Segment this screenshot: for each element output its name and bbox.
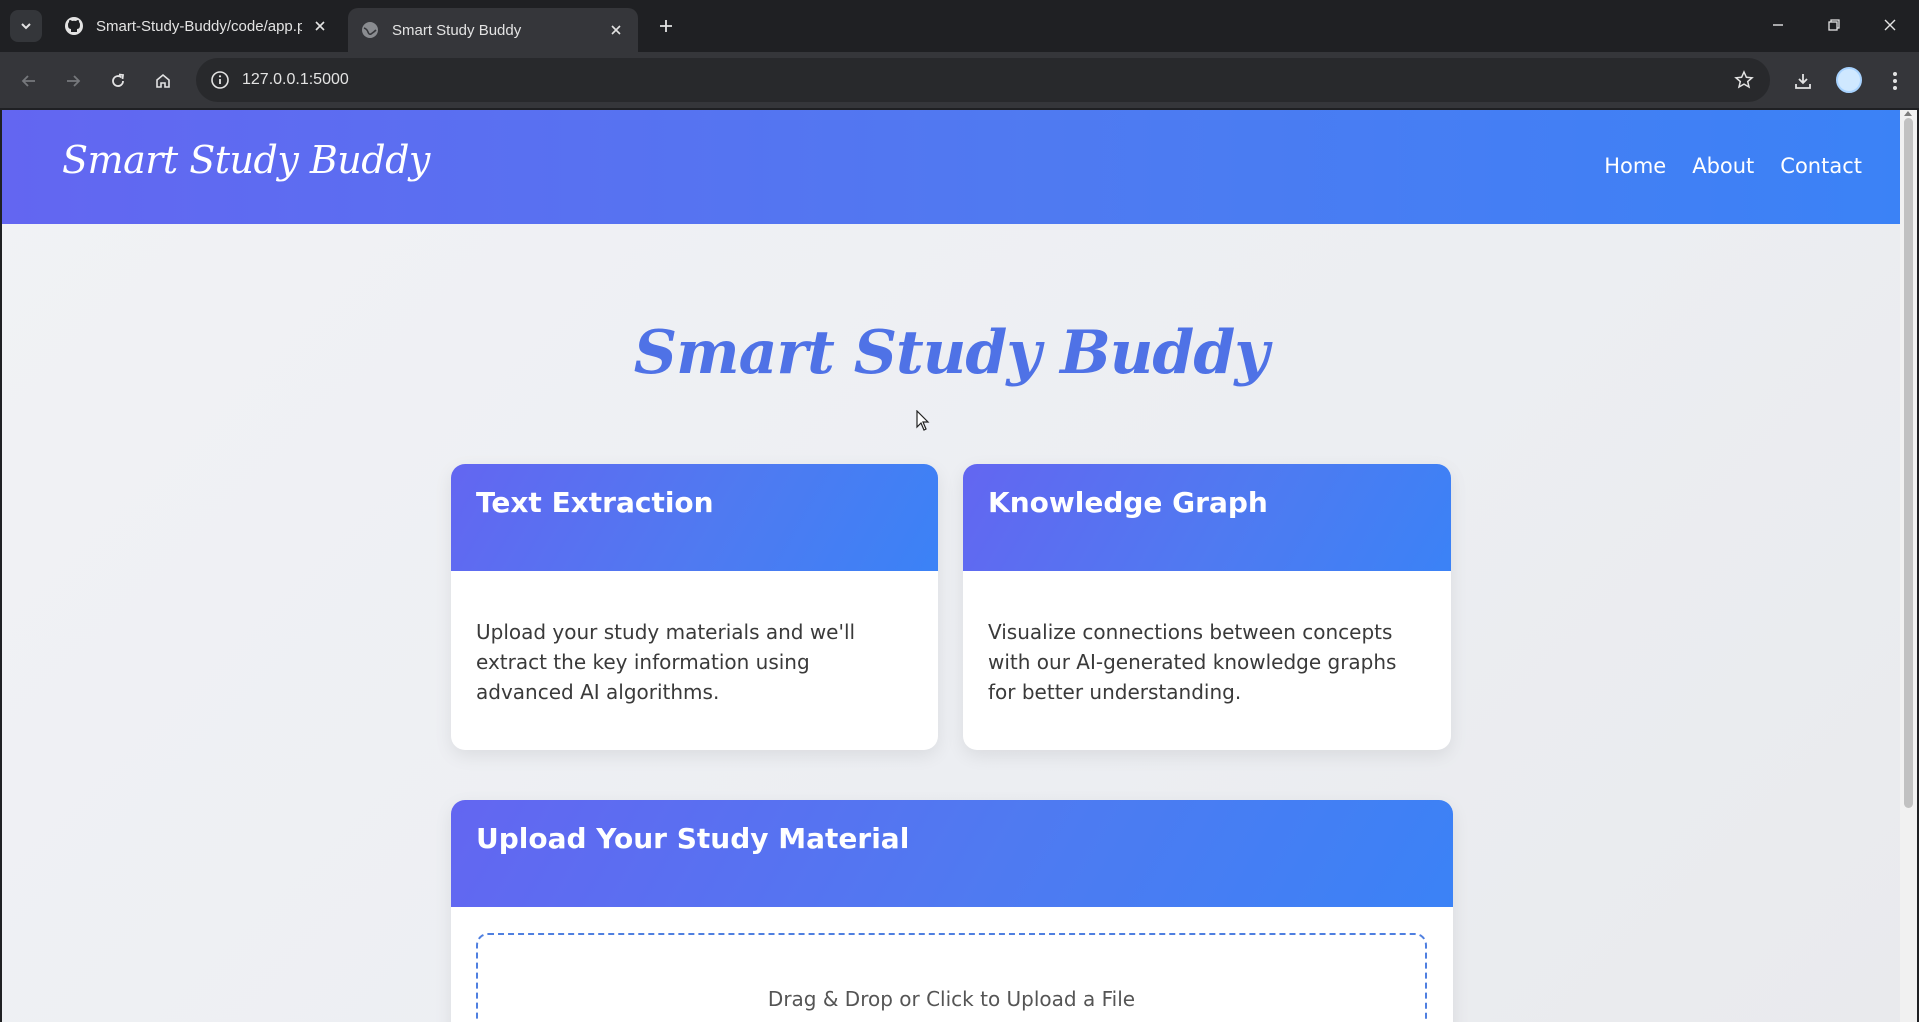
site-logo[interactable]: Smart Study Buddy <box>62 138 430 182</box>
page-viewport: Smart Study Buddy Home About Contact Sma… <box>2 110 1900 1022</box>
close-icon[interactable] <box>606 20 626 40</box>
minimize-button[interactable] <box>1755 8 1801 42</box>
globe-icon <box>360 20 380 40</box>
browser-toolbar: 127.0.0.1:5000 <box>0 52 1919 108</box>
card-header: Knowledge Graph <box>963 464 1451 571</box>
home-icon <box>156 73 170 88</box>
home-button[interactable] <box>146 64 180 98</box>
card-header: Text Extraction <box>451 464 938 571</box>
feature-card-knowledge-graph: Knowledge Graph Visualize connections be… <box>963 464 1451 750</box>
nav-link-about[interactable]: About <box>1692 154 1754 178</box>
tab-smart-study-buddy[interactable]: Smart Study Buddy <box>348 8 638 52</box>
close-window-button[interactable] <box>1867 8 1913 42</box>
restore-button[interactable] <box>1811 8 1857 42</box>
new-tab-button[interactable] <box>652 12 680 40</box>
download-icon <box>1795 74 1811 89</box>
tab-title: Smart Study Buddy <box>392 21 522 39</box>
site-header: Smart Study Buddy Home About Contact <box>2 110 1900 224</box>
reload-button[interactable] <box>101 64 135 98</box>
profile-avatar[interactable] <box>1836 67 1862 93</box>
url-text: 127.0.0.1:5000 <box>242 71 349 88</box>
feature-card-text-extraction: Text Extraction Upload your study materi… <box>451 464 938 750</box>
page-scrollbar[interactable] <box>1900 110 1917 1022</box>
address-bar[interactable]: 127.0.0.1:5000 <box>196 58 1770 102</box>
upload-card: Upload Your Study Material Drag & Drop o… <box>451 800 1453 1022</box>
scroll-up-arrow-icon[interactable] <box>1904 111 1912 116</box>
downloads-button[interactable] <box>1788 66 1818 96</box>
site-info-icon[interactable] <box>206 66 234 94</box>
nav-link-home[interactable]: Home <box>1604 154 1666 178</box>
dropzone-label: Drag & Drop or Click to Upload a File <box>767 987 1136 1011</box>
card-description: Visualize connections between concepts w… <box>988 620 1397 704</box>
close-icon <box>1884 19 1896 31</box>
card-header: Upload Your Study Material <box>451 800 1453 907</box>
tab-search-button[interactable] <box>10 10 42 42</box>
card-title: Knowledge Graph <box>988 486 1268 519</box>
arrow-right-icon <box>67 75 81 87</box>
reload-icon <box>112 73 125 87</box>
tab-github[interactable]: Smart-Study-Buddy/code/app.p <box>52 8 342 44</box>
arrow-left-icon <box>21 75 35 87</box>
restore-icon <box>1828 19 1840 31</box>
upload-title: Upload Your Study Material <box>476 822 910 855</box>
card-title: Text Extraction <box>476 486 714 519</box>
card-description: Upload your study materials and we'll ex… <box>476 620 856 704</box>
close-icon[interactable] <box>310 16 330 36</box>
file-dropzone[interactable]: Drag & Drop or Click to Upload a File <box>476 933 1427 1022</box>
chevron-down-icon <box>21 23 31 30</box>
bookmark-star-icon[interactable] <box>1732 68 1756 92</box>
browser-menu-button[interactable] <box>1880 66 1910 96</box>
mouse-cursor-icon <box>916 410 930 431</box>
nav-link-contact[interactable]: Contact <box>1780 154 1862 178</box>
kebab-menu-icon <box>1893 72 1897 90</box>
page-title: Smart Study Buddy <box>633 318 1269 388</box>
back-button[interactable] <box>12 64 46 98</box>
github-icon <box>64 16 84 36</box>
minimize-icon <box>1773 24 1783 26</box>
forward-button[interactable] <box>56 64 90 98</box>
browser-tab-strip: Smart-Study-Buddy/code/app.p Smart Study… <box>0 0 1919 52</box>
tab-title: Smart-Study-Buddy/code/app.p <box>96 17 302 35</box>
site-nav: Home About Contact <box>1604 154 1862 178</box>
plus-icon <box>660 20 672 32</box>
scrollbar-thumb[interactable] <box>1904 118 1913 808</box>
